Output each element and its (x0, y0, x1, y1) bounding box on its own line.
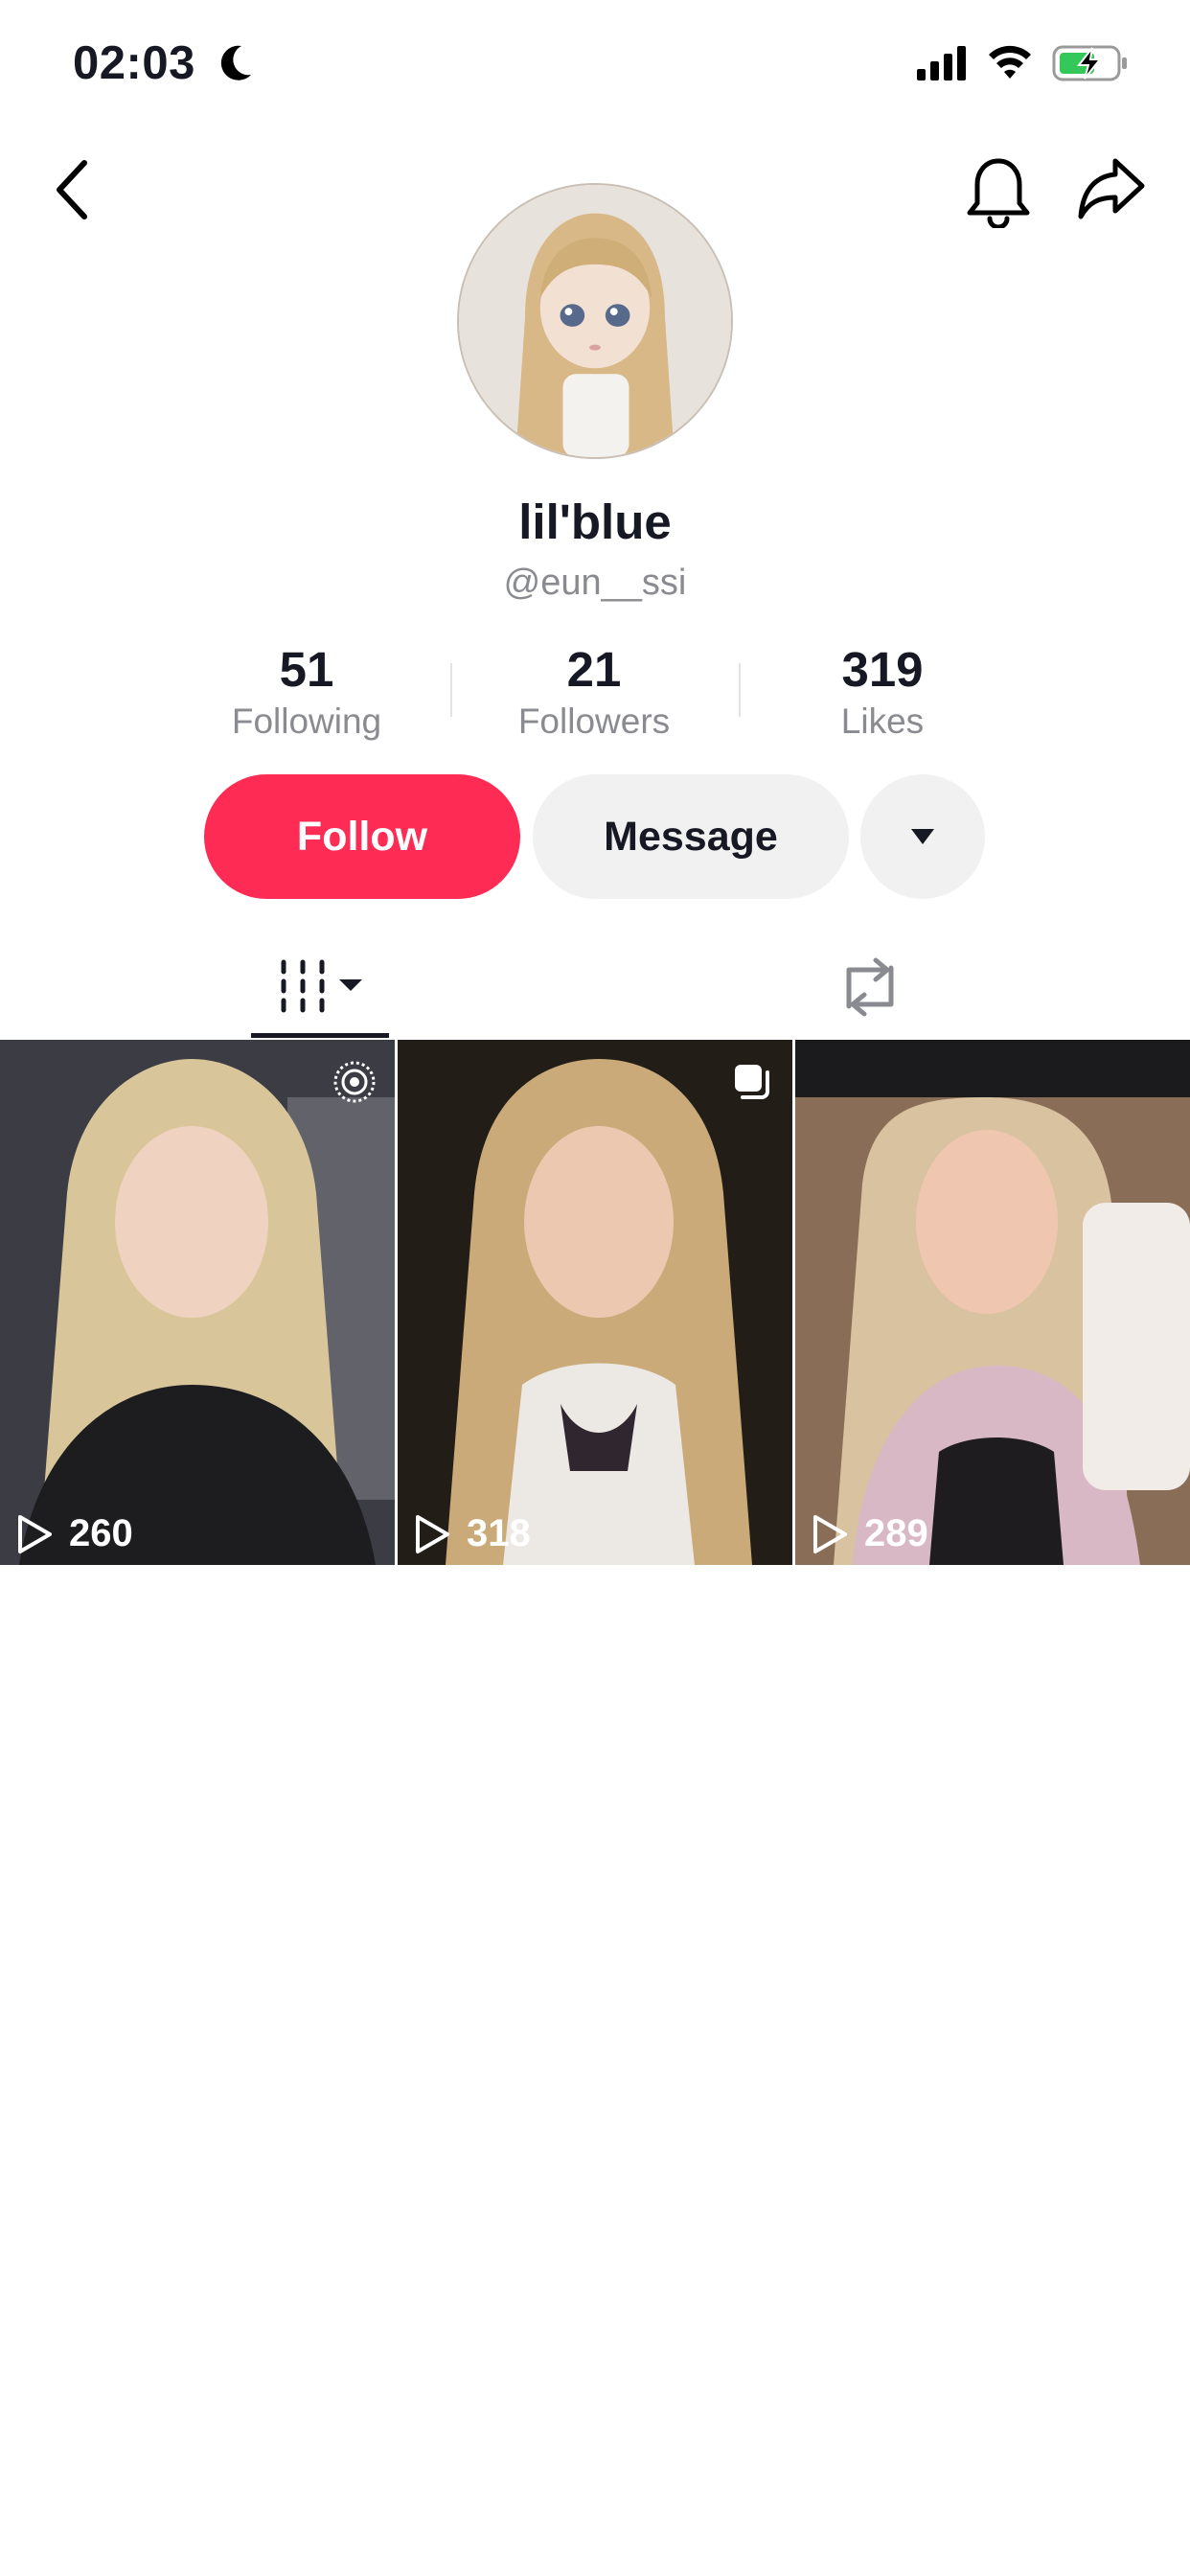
view-count: 260 (15, 1512, 133, 1555)
copy-icon (735, 1065, 769, 1099)
battery-charging-icon (1052, 45, 1127, 81)
video-thumbnail (0, 1040, 395, 1565)
stat-divider (450, 663, 452, 717)
bell-icon[interactable] (966, 155, 1031, 228)
message-button[interactable]: Message (533, 774, 849, 899)
status-time: 02:03 (73, 37, 195, 89)
view-count-text: 318 (467, 1512, 531, 1554)
stat-likes[interactable]: 319 Likes (758, 640, 1007, 744)
stat-value: 319 (841, 642, 924, 697)
avatar[interactable] (457, 183, 733, 459)
stat-label: Followers (517, 702, 671, 741)
follow-button[interactable]: Follow (204, 774, 520, 899)
videos-grid-icon (281, 959, 325, 1013)
view-count: 318 (413, 1512, 531, 1555)
wifi-icon (989, 45, 1031, 79)
live-photo-icon (333, 1061, 376, 1103)
view-count-text: 260 (69, 1512, 133, 1554)
stat-divider (739, 663, 741, 717)
username: @eun__ssi (503, 563, 687, 603)
stat-label: Likes (840, 702, 925, 741)
stat-label: Following (231, 702, 382, 741)
video-tile[interactable]: 289 (795, 1040, 1190, 1565)
caret-down-icon (911, 829, 934, 844)
stat-following[interactable]: 51 Following (182, 640, 431, 744)
display-name: lil'blue (518, 494, 672, 549)
play-icon (18, 1514, 52, 1553)
view-count-text: 289 (864, 1512, 928, 1554)
view-count: 289 (811, 1512, 928, 1555)
back-icon[interactable] (46, 153, 103, 226)
stat-value: 51 (279, 642, 334, 697)
play-icon (813, 1514, 847, 1553)
tab-videos[interactable] (251, 949, 389, 1035)
share-icon[interactable] (1077, 153, 1146, 222)
cellular-signal-icon (917, 46, 966, 80)
video-thumbnail (398, 1040, 792, 1565)
moon-icon (220, 45, 251, 80)
video-tile[interactable]: 260 (0, 1040, 395, 1565)
repost-icon[interactable] (832, 949, 908, 1025)
tab-indicator (251, 1033, 389, 1038)
video-tile[interactable]: 318 (398, 1040, 792, 1565)
more-options-button[interactable] (860, 774, 985, 899)
stat-followers[interactable]: 21 Followers (469, 640, 719, 744)
stat-value: 21 (566, 642, 622, 697)
play-icon (416, 1514, 449, 1553)
video-thumbnail (795, 1040, 1190, 1565)
